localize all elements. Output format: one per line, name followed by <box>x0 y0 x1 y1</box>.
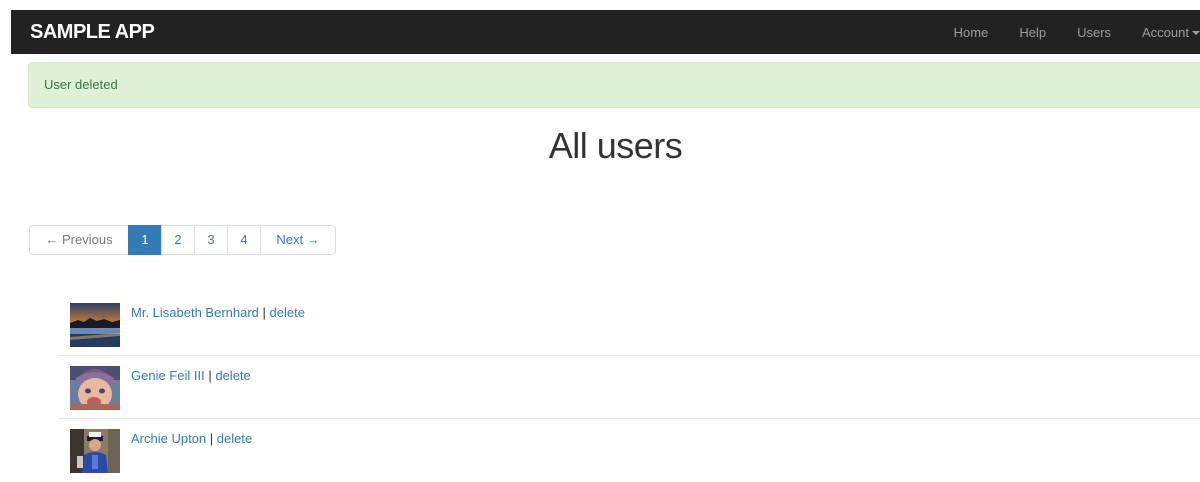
avatar <box>70 366 120 410</box>
navbar: SAMPLE APP Home Help Users Account <box>11 10 1200 54</box>
page-4-button[interactable]: 4 <box>227 225 261 255</box>
nav-account-dropdown[interactable]: Account <box>1142 25 1200 40</box>
next-page-button[interactable]: Next → <box>260 225 336 255</box>
nav-users-link[interactable]: Users <box>1077 25 1111 40</box>
user-entry: Archie Upton | delete <box>131 431 252 447</box>
page-2-button[interactable]: 2 <box>161 225 195 255</box>
separator: | <box>262 305 266 320</box>
list-item: Mr. Lisabeth Bernhard | delete <box>58 293 1200 356</box>
avatar <box>70 429 120 473</box>
success-alert: User deleted <box>28 62 1200 108</box>
avatar <box>70 303 120 347</box>
separator: | <box>208 368 212 383</box>
pagination: ← Previous 1 2 3 4 Next → <box>29 225 336 255</box>
page-3-button[interactable]: 3 <box>194 225 228 255</box>
nav-help-link[interactable]: Help <box>1019 25 1046 40</box>
user-name-link[interactable]: Archie Upton <box>131 431 206 446</box>
list-item: Genie Feil III | delete <box>58 356 1200 419</box>
nav-links: Home Help Users Account <box>923 10 1200 54</box>
delete-user-link[interactable]: delete <box>217 431 252 446</box>
page-title: All users <box>548 125 683 166</box>
user-name-link[interactable]: Mr. Lisabeth Bernhard <box>131 305 259 320</box>
nav-account-label: Account <box>1142 24 1189 40</box>
delete-user-link[interactable]: delete <box>215 368 250 383</box>
caret-down-icon <box>1192 31 1200 36</box>
separator: | <box>209 431 214 446</box>
user-entry: Genie Feil III | delete <box>131 368 251 384</box>
alert-message: User deleted <box>44 77 118 92</box>
delete-user-link[interactable]: delete <box>270 305 305 320</box>
app-logo[interactable]: SAMPLE APP <box>30 20 155 44</box>
nav-home-link[interactable]: Home <box>954 25 989 40</box>
list-item: Archie Upton | delete <box>58 419 1200 482</box>
page-1-button[interactable]: 1 <box>128 225 162 255</box>
user-entry: Mr. Lisabeth Bernhard | delete <box>131 305 305 321</box>
users-list: Mr. Lisabeth Bernhard | delete Genie Fei… <box>58 293 1200 482</box>
previous-page-button[interactable]: ← Previous <box>29 225 129 255</box>
user-name-link[interactable]: Genie Feil III <box>131 368 205 383</box>
